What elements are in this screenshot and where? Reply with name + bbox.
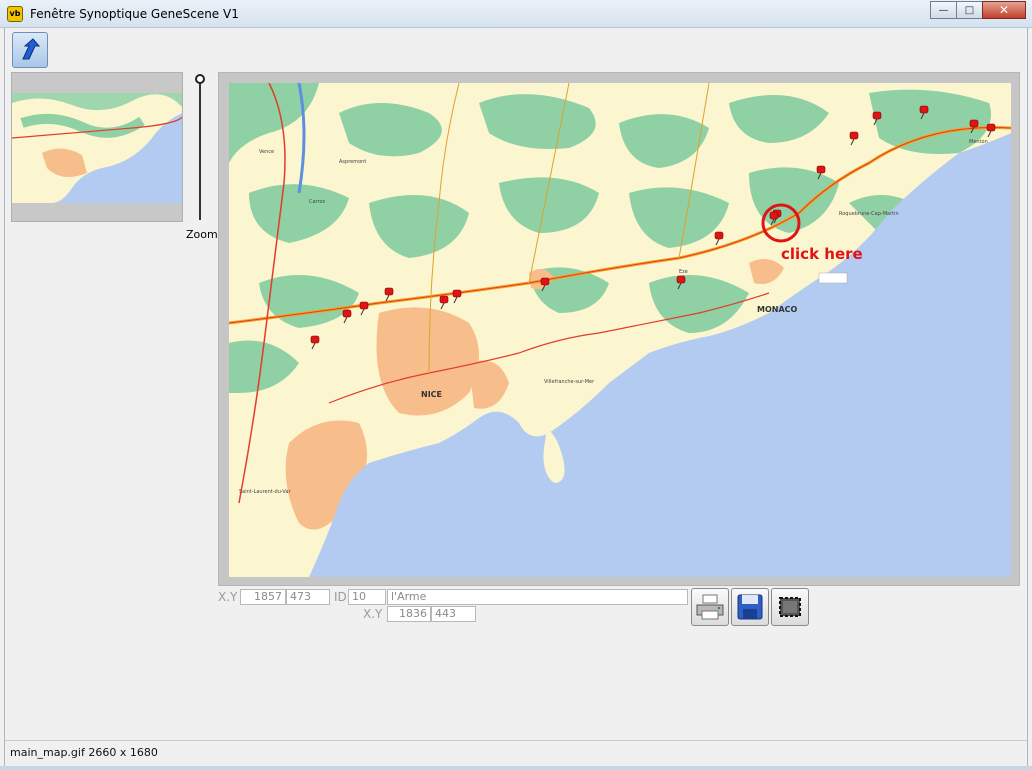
blue-arrow-up-icon (22, 38, 41, 60)
selection-button[interactable] (771, 588, 809, 626)
label-menton: Menton (969, 139, 988, 145)
dashed-selection-icon (779, 597, 801, 617)
maximize-button[interactable]: □ (956, 1, 983, 19)
label-saint-laurent: Saint-Laurent-du-Var (239, 489, 291, 495)
click-here-annotation: click here (781, 245, 863, 263)
id-field[interactable]: 10 (348, 589, 386, 605)
zoom-slider-track[interactable] (199, 78, 201, 220)
app-icon: vb (7, 6, 23, 22)
window-controls: — □ ✕ (930, 1, 1026, 19)
label-aspremont: Aspremont (339, 159, 366, 165)
label-nice: NICE (421, 390, 442, 399)
map-thumbnail[interactable] (11, 72, 183, 222)
minimize-button[interactable]: — (930, 1, 957, 19)
map-info-box (818, 272, 848, 284)
y2-coordinate-field[interactable]: 443 (431, 606, 476, 622)
id-label: ID (334, 590, 347, 604)
status-bar: main_map.gif 2660 x 1680 (5, 740, 1027, 764)
map-panel: NICE MONACO Villefranche-sur-Mer Carros … (218, 72, 1020, 586)
save-button[interactable] (731, 588, 769, 626)
x-coordinate-field[interactable]: 1857 (240, 589, 286, 605)
xy-label: X.Y (218, 590, 238, 604)
main-map[interactable]: NICE MONACO Villefranche-sur-Mer Carros … (229, 83, 1011, 577)
label-villefranche: Villefranche-sur-Mer (544, 379, 595, 385)
label-carros: Carros (309, 199, 326, 205)
navigate-up-button[interactable] (12, 32, 48, 68)
label-eze: Eze (679, 269, 688, 275)
printer-icon (696, 594, 724, 620)
status-text: main_map.gif 2660 x 1680 (10, 746, 158, 759)
xy2-label: X.Y (363, 607, 383, 621)
thumbnail-map (12, 93, 182, 203)
x2-coordinate-field[interactable]: 1836 (387, 606, 431, 622)
close-button[interactable]: ✕ (982, 1, 1026, 19)
label-monaco: MONACO (757, 305, 798, 314)
floppy-disk-icon (737, 594, 763, 620)
window-title: Fenêtre Synoptique GeneScene V1 (30, 7, 239, 21)
label-roquebrune: Roquebrune-Cap-Martin (839, 211, 899, 217)
y-coordinate-field[interactable]: 473 (286, 589, 330, 605)
label-vence: Vence (259, 149, 274, 155)
zoom-label: Zoom (186, 228, 218, 241)
title-bar: vb Fenêtre Synoptique GeneScene V1 — □ ✕ (0, 0, 1032, 28)
name-field[interactable]: l'Arme (387, 589, 688, 605)
zoom-slider-handle[interactable] (195, 74, 205, 84)
window-frame-bottom (0, 766, 1032, 770)
print-button[interactable] (691, 588, 729, 626)
